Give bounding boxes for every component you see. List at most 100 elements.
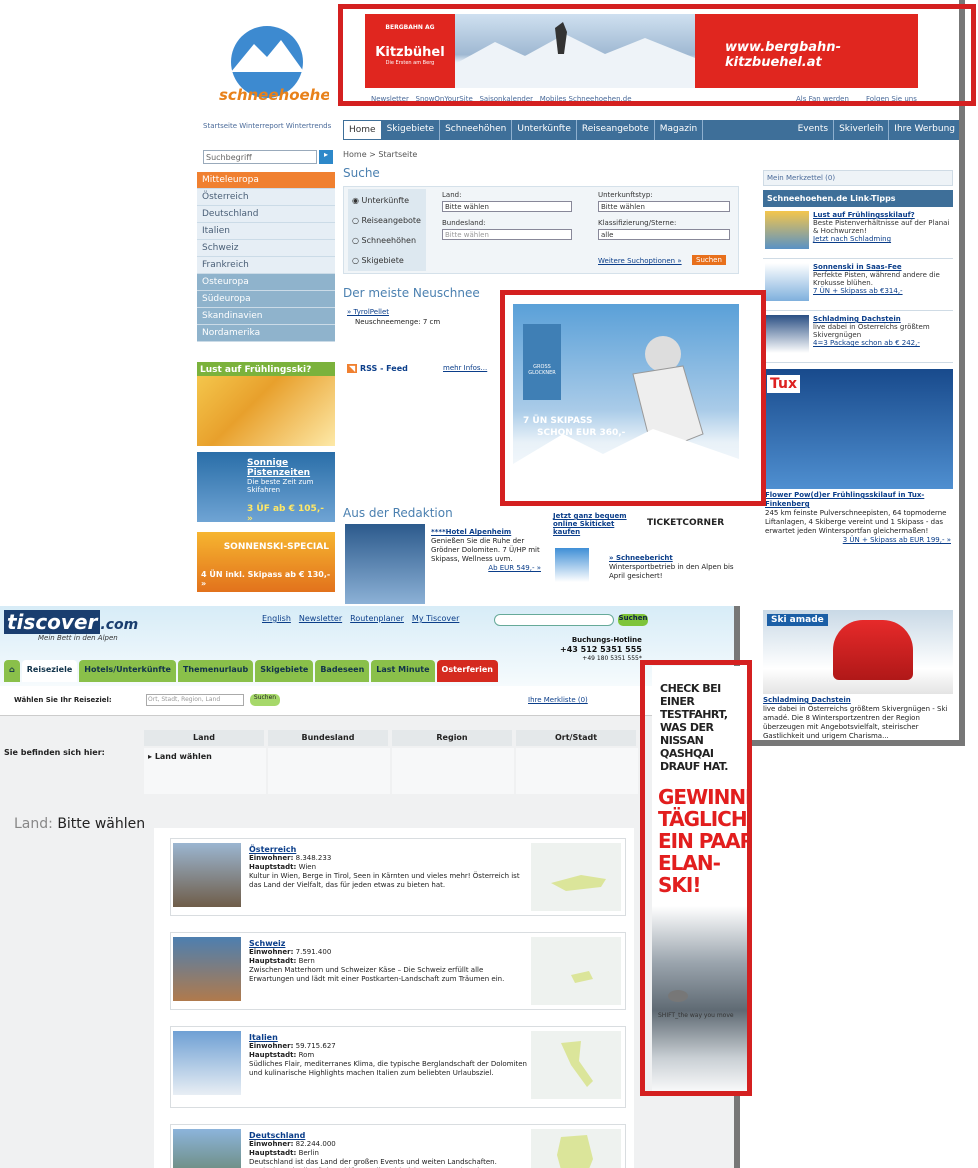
merkzettel-link[interactable]: Mein Merkzettel (0) [763,170,953,186]
sidebar-item-skandinavien[interactable]: Skandinavien [197,308,335,325]
italien-image [173,1031,241,1095]
kitzbuehel-banner-ad[interactable]: BERGBAHN AG Kitzbühel Die Ersten am Berg… [365,14,918,88]
tab-events[interactable]: Events [793,120,835,140]
saisonkalender-link[interactable]: Saisonkalender [479,95,533,103]
weitere-suchoptionen-link[interactable]: Weitere Suchoptionen » [598,257,682,265]
tiscover-search-input[interactable] [494,614,614,626]
country-card[interactable]: Deutschland Einwohner: 82.244.000 Haupts… [170,1124,626,1168]
my-tiscover-link[interactable]: My Tiscover [412,614,459,623]
radio-skigebiete[interactable]: ○ Skigebiete [352,251,421,271]
location-breadcrumb: Sie befinden sich hier: Land Bundesland … [0,724,734,794]
grossglockner-ad[interactable]: GROSS GLOCKNER 7 ÜN SKIPASS SCHON EUR 36… [513,304,739,496]
bundesland-label: Bundesland: [442,219,486,227]
country-name-link[interactable]: Österreich [249,845,529,854]
country-card[interactable]: Italien Einwohner: 59.715.627 Hauptstadt… [170,1026,626,1108]
ticketcorner-logo[interactable]: TICKETCORNER [647,518,724,528]
nav-reiseziele[interactable]: Reiseziele [21,660,78,682]
nav-skigebiete[interactable]: Skigebiete [255,660,314,682]
land-label: Land: [442,191,462,199]
schneebericht-link[interactable]: » Schneebericht [609,554,739,563]
sidebar-item-suedeuropa[interactable]: Südeuropa [197,291,335,308]
mobile-link[interactable]: Mobiles Schneehoehen.de [540,95,632,103]
tipp-item[interactable]: Schladming Dachstein live dabei in Öster… [763,311,953,363]
country-name-link[interactable]: Schweiz [249,939,529,948]
tux-link[interactable]: Flower Pow(d)er Frühlingsskilauf in Tux-… [765,491,951,509]
tab-werbung[interactable]: Ihre Werbung [889,120,959,140]
tipp-item[interactable]: Sonnenski in Saas-Fee Perfekte Pisten, w… [763,259,953,311]
skiticket-link[interactable]: Jetzt ganz bequem online Skiticket kaufe… [553,512,643,536]
nav-last-minute[interactable]: Last Minute [371,660,435,682]
tab-home[interactable]: Home [343,120,382,140]
hotel-teaser: ****Hotel Alpenheim Genießen Sie die Ruh… [431,528,541,573]
newsletter-link[interactable]: Newsletter [299,614,342,623]
facebook-link[interactable]: Als Fan werden [796,95,849,103]
sidebar-item-osteuropa[interactable]: Osteuropa [197,274,335,291]
mehr-infos-link[interactable]: mehr Infos... [443,364,487,372]
tux-price-link[interactable]: 3 ÜN + Skipass ab EUR 199,- » [765,536,951,545]
tab-reiseangebote[interactable]: Reiseangebote [577,120,655,140]
land-select[interactable]: Bitte wählen [442,201,572,212]
snowonyoursite-link[interactable]: SnowOnYourSite [416,95,473,103]
oesterreich-image [173,843,241,907]
nav-themenurlaub[interactable]: Themenurlaub [177,660,254,682]
skier-photo [455,14,695,88]
english-link[interactable]: English [262,614,291,623]
loc-header-ort: Ort/Stadt [516,730,636,746]
sidebar-item-nordamerika[interactable]: Nordamerika [197,325,335,342]
home-icon[interactable]: ⌂ [4,660,20,682]
radio-reiseangebote[interactable]: ○ Reiseangebote [352,211,421,231]
tab-schneehoehen[interactable]: Schneehöhen [440,120,513,140]
small-links[interactable]: Startseite Winterreport Wintertrends [203,122,331,130]
hotel-price-link[interactable]: Ab EUR 549,- » [431,564,541,573]
sidebar-item-schweiz[interactable]: Schweiz [197,240,335,257]
tiscover-logo[interactable]: tiscover .com [4,610,138,634]
promo-sonnenski-special[interactable]: SONNENSKI-SPECIAL 4 ÜN inkl. Skipass ab … [197,532,335,592]
land-waehlen-link[interactable]: ▸ Land wählen [144,748,266,794]
hotel-image[interactable] [345,524,425,604]
sidebar-item-frankreich[interactable]: Frankreich [197,257,335,274]
tipp-item[interactable]: Lust auf Frühlingsskilauf? Beste Pistenv… [763,207,953,259]
tab-skiverleih[interactable]: Skiverleih [834,120,890,140]
rss-feed-link[interactable]: ◥ RSS - Feed [347,364,408,373]
ad-headline: CHECK BEI EINER TESTFAHRT, WAS DER NISSA… [660,682,728,773]
schladming-link[interactable]: Schladming Dachstein [763,696,953,705]
country-card[interactable]: Schweiz Einwohner: 7.591.400 Hauptstadt:… [170,932,626,1010]
skiamade-ad[interactable]: Ski amade [763,610,953,694]
klass-select[interactable]: alle [598,229,730,240]
country-card[interactable]: Österreich Einwohner: 8.348.233 Hauptsta… [170,838,626,916]
neuschnee-item[interactable]: » TyrolPellet [347,308,389,316]
tiscover-search-button[interactable]: Suchen [618,614,648,626]
schneehoehen-logo[interactable]: schneehoehen.de [209,22,368,112]
tab-magazin[interactable]: Magazin [655,120,704,140]
sidebar-item-italien[interactable]: Italien [197,223,335,240]
merkliste-link[interactable]: Ihre Merkliste (0) [528,696,588,704]
country-name-link[interactable]: Deutschland [249,1131,529,1140]
reiseziel-search-button[interactable]: Suchen [250,694,280,706]
unterkunft-select[interactable]: Bitte wählen [598,201,730,212]
sidebar-item-oesterreich[interactable]: Österreich [197,189,335,206]
hotel-link[interactable]: ****Hotel Alpenheim [431,528,541,537]
reiseziel-input[interactable]: Ort, Stadt, Region, Land [146,694,244,706]
nav-hotels[interactable]: Hotels/Unterkünfte [79,660,176,682]
sidebar-item-deutschland[interactable]: Deutschland [197,206,335,223]
promo-fruehlingsski-image[interactable] [197,376,335,446]
radio-unterkuenfte[interactable]: ◉ Unterkünfte [352,191,421,211]
tab-skigebiete[interactable]: Skigebiete [382,120,441,140]
site-search-input[interactable]: Suchbegriff [203,150,317,164]
nissan-skyscraper-ad[interactable]: CHECK BEI EINER TESTFAHRT, WAS DER NISSA… [652,666,748,1096]
newsletter-link[interactable]: Newsletter [371,95,409,103]
search-go-button[interactable]: ▸ [319,150,333,164]
loc-header-land: Land [144,730,264,746]
bundesland-select[interactable]: Bitte wählen [442,229,572,240]
suchen-button[interactable]: Suchen [692,255,726,265]
tab-unterkuenfte[interactable]: Unterkünfte [512,120,577,140]
country-name-link[interactable]: Italien [249,1033,529,1042]
routenplaner-link[interactable]: Routenplaner [350,614,404,623]
twitter-link[interactable]: Folgen Sie uns [866,95,917,103]
nav-badeseen[interactable]: Badeseen [315,660,370,682]
radio-schneehoehen[interactable]: ○ Schneehöhen [352,231,421,251]
tux-ad-image[interactable]: Tux [763,369,953,489]
nav-osterferien[interactable]: Osterferien [436,660,498,682]
sidebar-item-mitteleuropa[interactable]: Mitteleuropa [197,172,335,189]
promo-sonnige-pistenzeiten[interactable]: Sonnige Pistenzeiten Die beste Zeit zum S… [197,452,335,524]
